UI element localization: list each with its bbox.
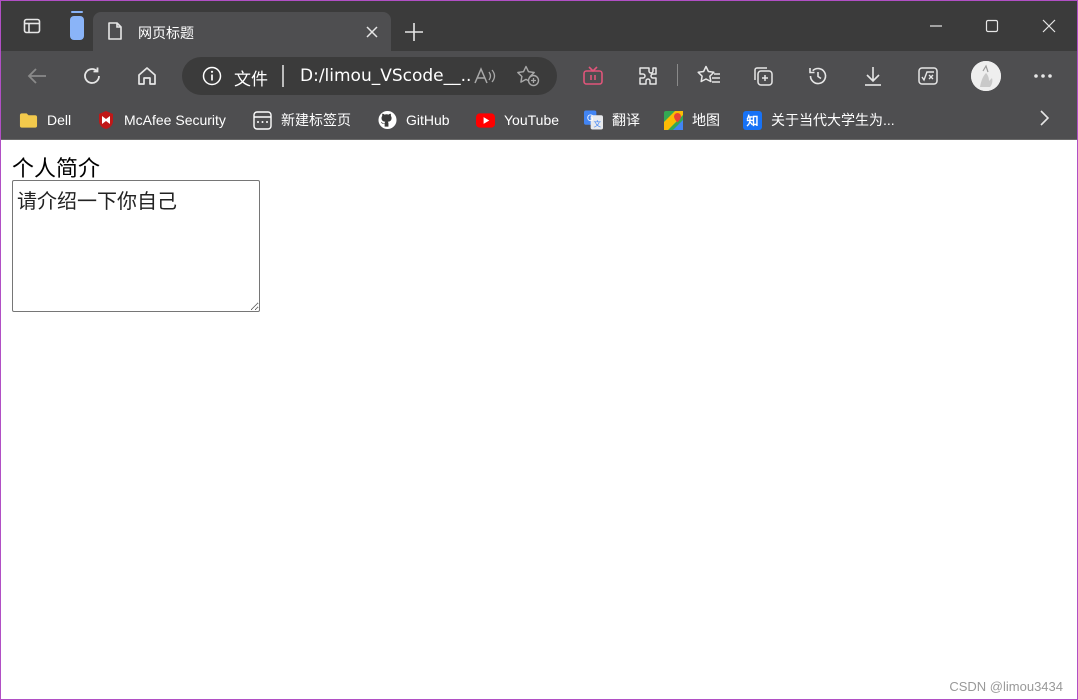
workspaces-icon[interactable] <box>64 11 90 40</box>
address-divider <box>282 65 284 87</box>
read-aloud-icon[interactable] <box>474 67 496 89</box>
collections-icon[interactable] <box>749 63 777 89</box>
bookmark-zhihu[interactable]: 知 关于当代大学生为... <box>743 109 895 131</box>
tv-icon[interactable] <box>579 63 607 89</box>
bookmark-dell[interactable]: Dell <box>19 109 71 131</box>
tab-actions-icon[interactable] <box>19 13 45 39</box>
bookmarks-bar: Dell McAfee Security 新建标签页 GitHub YouTub… <box>1 101 1077 140</box>
profile-avatar[interactable] <box>971 61 1001 91</box>
bookmark-label: 关于当代大学生为... <box>771 112 895 128</box>
toolbar-divider <box>677 64 678 86</box>
browser-window: 网页标题 文件 D:/limou_VScode__... Dell McAfee… <box>0 0 1078 700</box>
history-icon[interactable] <box>804 63 832 89</box>
svg-text:G: G <box>587 114 594 124</box>
maximize-icon[interactable] <box>977 13 1007 39</box>
bookmark-github[interactable]: GitHub <box>378 109 450 131</box>
bookmark-label: 地图 <box>692 112 720 128</box>
info-icon[interactable] <box>202 66 222 90</box>
folder-icon <box>19 111 38 130</box>
address-bar[interactable]: 文件 D:/limou_VScode__... <box>182 57 557 95</box>
refresh-icon[interactable] <box>78 63 106 89</box>
bookmark-label: 新建标签页 <box>281 112 351 128</box>
zhihu-icon: 知 <box>743 110 762 130</box>
watermark-text: CSDN @limou3434 <box>949 679 1063 694</box>
active-tab[interactable]: 网页标题 <box>93 12 391 51</box>
add-favorite-icon[interactable] <box>516 65 540 91</box>
close-tab-icon[interactable] <box>361 21 383 43</box>
tab-title: 网页标题 <box>138 26 194 42</box>
more-menu-icon[interactable] <box>1029 63 1057 89</box>
bookmark-new-tab[interactable]: 新建标签页 <box>253 109 351 131</box>
bookmarks-overflow-chevron-icon[interactable] <box>1035 108 1053 128</box>
map-icon <box>664 110 683 130</box>
minimize-icon[interactable] <box>921 13 951 39</box>
url-text[interactable]: D:/limou_VScode__... <box>300 66 470 86</box>
title-bar: 网页标题 <box>1 1 1077 51</box>
bookmark-label: 翻译 <box>612 112 640 128</box>
home-icon[interactable] <box>133 63 161 89</box>
toolbar: 文件 D:/limou_VScode__... <box>1 51 1077 101</box>
document-icon <box>107 22 123 45</box>
svg-text:文: 文 <box>594 119 602 129</box>
site-info-label[interactable]: 文件 <box>234 65 268 90</box>
downloads-icon[interactable] <box>859 63 887 89</box>
extensions-icon[interactable] <box>634 63 662 89</box>
github-icon <box>378 110 397 130</box>
bookmark-label: McAfee Security <box>124 112 226 128</box>
bookmark-translate[interactable]: G文 翻译 <box>584 109 640 131</box>
page-content: 个人简介 CSDN @limou3434 <box>1 141 1077 699</box>
bookmark-youtube[interactable]: YouTube <box>476 109 559 131</box>
bookmark-label: GitHub <box>406 112 450 128</box>
back-icon[interactable] <box>23 63 51 89</box>
youtube-icon <box>476 111 495 130</box>
mcafee-icon <box>96 111 115 130</box>
bookmark-mcafee[interactable]: McAfee Security <box>96 109 226 131</box>
favorites-icon[interactable] <box>695 63 723 89</box>
math-solver-icon[interactable] <box>914 63 942 89</box>
translate-icon: G文 <box>584 110 603 130</box>
close-window-icon[interactable] <box>1034 13 1064 39</box>
bookmark-label: Dell <box>47 112 72 128</box>
newtab-icon <box>253 110 272 130</box>
bookmark-label: YouTube <box>504 112 560 128</box>
new-tab-icon[interactable] <box>401 19 427 45</box>
self-intro-textarea[interactable] <box>12 180 260 312</box>
bookmark-maps[interactable]: 地图 <box>664 109 720 131</box>
page-heading: 个人简介 <box>12 157 101 182</box>
